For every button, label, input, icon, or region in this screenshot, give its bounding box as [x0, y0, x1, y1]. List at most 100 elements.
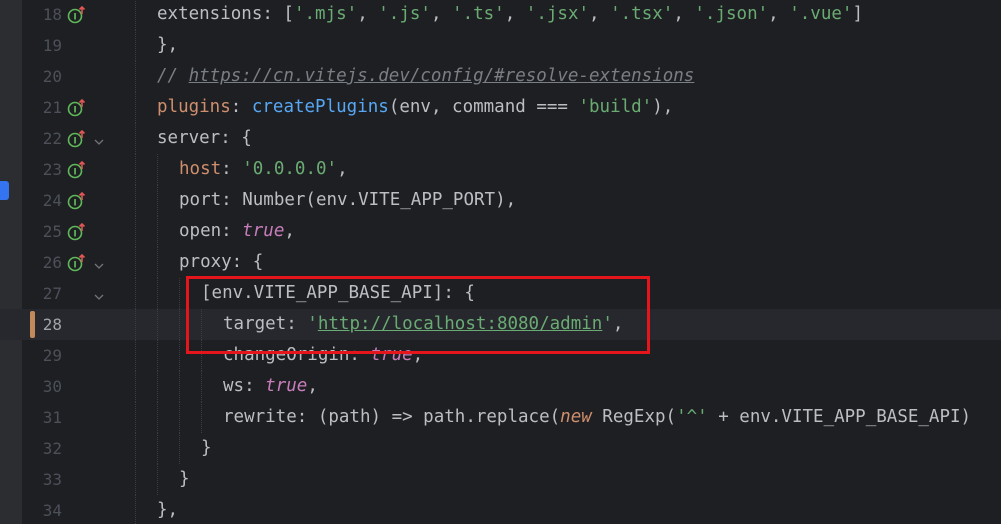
code-token: changeOrigin:	[223, 345, 371, 365]
vcs-change-marker[interactable]	[30, 311, 35, 338]
line-number[interactable]: 34	[22, 495, 62, 524]
svg-text:I: I	[73, 137, 76, 147]
code-text[interactable]: // https://cn.vitejs.dev/config/#resolve…	[157, 61, 694, 92]
code-line[interactable]: 19},	[0, 30, 1001, 61]
line-number[interactable]: 22	[22, 123, 62, 154]
implements-override-icon[interactable]: I	[67, 222, 87, 242]
implements-override-icon[interactable]: I	[67, 191, 87, 211]
code-token: server: {	[157, 128, 252, 148]
indent-guide	[201, 340, 202, 371]
indent-guide	[157, 185, 158, 216]
code-token: true	[265, 376, 308, 396]
line-number[interactable]: 21	[22, 92, 62, 123]
code-text[interactable]: changeOrigin: true,	[223, 340, 423, 371]
code-line[interactable]: 31 rewrite: (path) => path.replace(new Re…	[0, 402, 1001, 433]
line-number[interactable]: 19	[22, 30, 62, 61]
code-token: ,	[673, 4, 695, 24]
line-number[interactable]: 25	[22, 216, 62, 247]
code-token: ,	[768, 4, 790, 24]
code-line[interactable]: 26 Iproxy: {	[0, 247, 1001, 278]
code-token: }	[179, 469, 190, 489]
code-token: '.mjs'	[293, 4, 358, 24]
code-line[interactable]: 28 target: 'http://localhost:8080/admin',	[0, 309, 1001, 340]
code-text[interactable]: [env.VITE_APP_BASE_API]: {	[201, 278, 475, 309]
line-number[interactable]: 20	[22, 61, 62, 92]
code-text[interactable]: server: {	[157, 123, 252, 154]
code-line[interactable]: 22 Iserver: {	[0, 123, 1001, 154]
code-text[interactable]: host: '0.0.0.0',	[179, 154, 348, 185]
line-number[interactable]: 26	[22, 247, 62, 278]
line-number[interactable]: 24	[22, 185, 62, 216]
code-token: ,	[504, 4, 526, 24]
line-number[interactable]: 31	[22, 402, 62, 433]
code-token: RegExp(	[591, 407, 677, 427]
code-token: '.jsx'	[525, 4, 590, 24]
code-text[interactable]: target: 'http://localhost:8080/admin',	[223, 309, 623, 340]
line-number[interactable]: 29	[22, 340, 62, 371]
code-line[interactable]: 27 [env.VITE_APP_BASE_API]: {	[0, 278, 1001, 309]
code-line[interactable]: 21 Iplugins: createPlugins(env, command =…	[0, 92, 1001, 123]
line-number[interactable]: 33	[22, 464, 62, 495]
code-token: //	[157, 66, 189, 86]
code-text[interactable]: plugins: createPlugins(env, command === …	[157, 92, 673, 123]
code-line[interactable]: 33}	[0, 464, 1001, 495]
code-token: '.vue'	[789, 4, 853, 24]
indent-guide	[179, 371, 180, 402]
implements-override-icon[interactable]: I	[67, 253, 87, 273]
indent-guide	[179, 433, 180, 464]
code-line[interactable]: 24 Iport: Number(env.VITE_APP_PORT),	[0, 185, 1001, 216]
code-text[interactable]: extensions: ['.mjs', '.js', '.ts', '.jsx…	[157, 0, 863, 30]
code-token: '.js'	[378, 4, 431, 24]
line-number[interactable]: 30	[22, 371, 62, 402]
code-line[interactable]: 30 ws: true,	[0, 371, 1001, 402]
implements-override-icon[interactable]: I	[67, 5, 87, 25]
indent-guide	[135, 278, 136, 309]
line-number[interactable]: 18	[22, 0, 62, 30]
line-number[interactable]: 32	[22, 433, 62, 464]
svg-text:I: I	[73, 199, 76, 209]
code-text[interactable]: open: true,	[179, 216, 295, 247]
indent-guide	[157, 309, 158, 340]
implements-override-icon[interactable]: I	[67, 129, 87, 149]
indent-guide	[157, 433, 158, 464]
indent-guide	[135, 185, 136, 216]
line-number[interactable]: 23	[22, 154, 62, 185]
code-text[interactable]: },	[157, 495, 178, 524]
code-token: ,	[430, 4, 453, 24]
code-text[interactable]: ws: true,	[223, 371, 318, 402]
code-editor[interactable]: 18 Iextensions: ['.mjs', '.js', '.ts', '.…	[0, 0, 1001, 524]
indent-guide	[135, 464, 136, 495]
indent-guide	[179, 340, 180, 371]
code-line[interactable]: 20 // https://cn.vitejs.dev/config/#resol…	[0, 61, 1001, 92]
indent-guide	[157, 154, 158, 185]
code-token: :	[230, 97, 252, 117]
code-text[interactable]: rewrite: (path) => path.replace(new RegE…	[223, 402, 971, 433]
code-text[interactable]: proxy: {	[179, 247, 263, 278]
fold-chevron-icon[interactable]	[93, 288, 105, 300]
code-line[interactable]: 32}	[0, 433, 1001, 464]
code-token: [env.VITE_APP_BASE_API]: {	[201, 283, 475, 303]
code-token: ,	[412, 345, 424, 365]
code-line[interactable]: 34},	[0, 495, 1001, 524]
code-line[interactable]: 23 Ihost: '0.0.0.0',	[0, 154, 1001, 185]
code-token: ,	[307, 376, 318, 396]
code-token: http://localhost:8080/admin	[317, 314, 603, 334]
fold-chevron-icon[interactable]	[93, 133, 105, 145]
indent-guide	[135, 61, 136, 92]
code-token: port: Number(env.VITE_APP_PORT),	[179, 190, 517, 210]
code-line[interactable]: 18 Iextensions: ['.mjs', '.js', '.ts', '.…	[0, 0, 1001, 30]
code-token: '.tsx'	[610, 4, 674, 24]
code-text[interactable]: }	[179, 464, 190, 495]
code-token: 'build'	[578, 97, 653, 117]
code-line[interactable]: 25 Iopen: true,	[0, 216, 1001, 247]
fold-chevron-icon[interactable]	[93, 257, 105, 269]
line-number[interactable]: 28	[22, 309, 62, 340]
line-number[interactable]: 27	[22, 278, 62, 309]
implements-override-icon[interactable]: I	[67, 98, 87, 118]
implements-override-icon[interactable]: I	[67, 160, 87, 180]
code-text[interactable]: },	[157, 30, 178, 61]
code-text[interactable]: port: Number(env.VITE_APP_PORT),	[179, 185, 516, 216]
code-text[interactable]: }	[201, 433, 212, 464]
code-line[interactable]: 29 changeOrigin: true,	[0, 340, 1001, 371]
svg-text:I: I	[73, 13, 76, 23]
